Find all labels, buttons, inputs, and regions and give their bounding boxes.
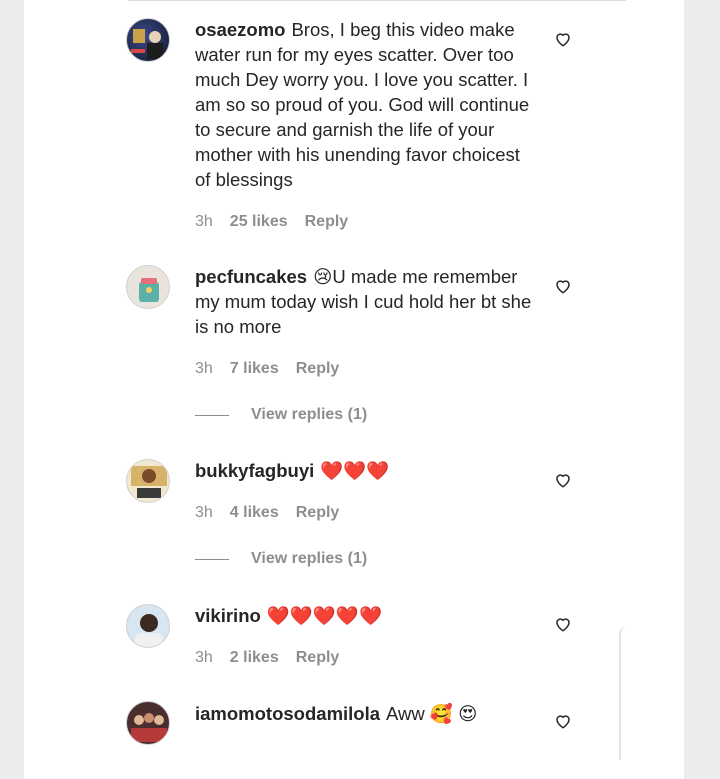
comment-meta: 3h 25 likes Reply xyxy=(195,213,348,231)
comment-likes[interactable]: 7 likes xyxy=(230,360,279,378)
avatar[interactable] xyxy=(126,18,170,62)
comment-likes[interactable]: 4 likes xyxy=(230,504,279,522)
comment-text: ❤️❤️❤️ xyxy=(320,460,390,481)
replies-divider-line xyxy=(195,558,229,560)
reply-button[interactable]: Reply xyxy=(296,504,340,522)
like-heart-icon[interactable] xyxy=(554,471,572,489)
avatar-image xyxy=(131,713,167,742)
reply-button[interactable]: Reply xyxy=(296,360,340,378)
comment-meta: 3h 2 likes Reply xyxy=(195,649,339,667)
comment-time: 3h xyxy=(195,649,213,666)
comment-body: pecfuncakes 😢U made me remember my mum to… xyxy=(195,264,540,339)
avatar-image xyxy=(135,614,163,647)
avatar[interactable] xyxy=(126,604,170,648)
view-replies-button[interactable]: View replies (1) xyxy=(195,550,367,568)
comment-text: Bros, I beg this video make water run fo… xyxy=(195,19,530,190)
comment-time: 3h xyxy=(195,213,213,230)
comment-time: 3h xyxy=(195,360,213,377)
comment-body: osaezomo Bros, I beg this video make wate… xyxy=(195,17,540,192)
comments-panel: osaezomo Bros, I beg this video make wate… xyxy=(24,0,684,779)
like-heart-icon[interactable] xyxy=(554,615,572,633)
top-divider xyxy=(128,0,626,1)
comment-meta: 3h 4 likes Reply xyxy=(195,504,339,522)
comment-username[interactable]: iamomotosodamilola xyxy=(195,703,380,724)
comment-username[interactable]: pecfuncakes xyxy=(195,266,307,287)
avatar[interactable] xyxy=(126,265,170,309)
avatar-image xyxy=(139,278,159,302)
view-replies-label: View replies (1) xyxy=(251,406,368,423)
comment-time: 3h xyxy=(195,504,213,521)
avatar[interactable] xyxy=(126,701,170,745)
comment-body: iamomotosodamilola Aww 🥰 😍 xyxy=(195,701,540,726)
avatar-image xyxy=(131,466,167,498)
avatar[interactable] xyxy=(126,459,170,503)
comment-text: Aww 🥰 😍 xyxy=(386,703,478,724)
comment-username[interactable]: osaezomo xyxy=(195,19,285,40)
reply-button[interactable]: Reply xyxy=(296,649,340,667)
replies-divider-line xyxy=(195,414,229,416)
avatar-image xyxy=(131,29,163,59)
comment-likes[interactable]: 25 likes xyxy=(230,213,288,231)
comment-meta: 3h 7 likes Reply xyxy=(195,360,339,378)
reply-button[interactable]: Reply xyxy=(305,213,349,231)
comment-body: vikirino ❤️❤️❤️❤️❤️ xyxy=(195,603,540,628)
like-heart-icon[interactable] xyxy=(554,277,572,295)
comment-likes[interactable]: 2 likes xyxy=(230,649,279,667)
like-heart-icon[interactable] xyxy=(554,30,572,48)
view-replies-button[interactable]: View replies (1) xyxy=(195,406,367,424)
comment-username[interactable]: vikirino xyxy=(195,605,261,626)
comment-body: bukkyfagbuyi ❤️❤️❤️ xyxy=(195,458,540,483)
comment-text: ❤️❤️❤️❤️❤️ xyxy=(266,605,382,626)
overlay-edge xyxy=(619,625,631,760)
like-heart-icon[interactable] xyxy=(554,712,572,730)
view-replies-label: View replies (1) xyxy=(251,550,368,567)
comment-username[interactable]: bukkyfagbuyi xyxy=(195,460,314,481)
